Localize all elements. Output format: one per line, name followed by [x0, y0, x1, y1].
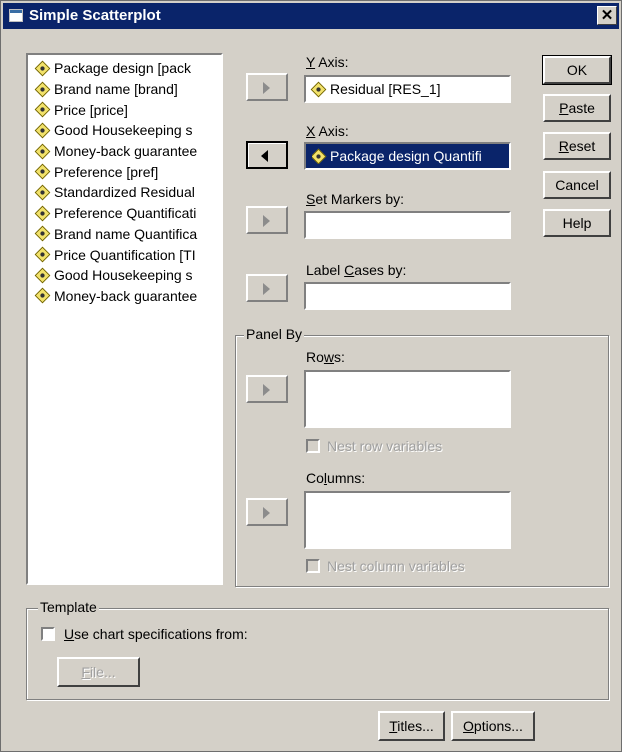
x-axis-field[interactable]: Package design Quantifi	[304, 142, 511, 170]
scale-variable-icon	[34, 163, 51, 180]
variable-list-item[interactable]: Money-back guarantee	[34, 286, 221, 307]
nest-columns-checkbox[interactable]	[306, 559, 320, 573]
nest-columns-label: Nest column variables	[327, 558, 465, 574]
variable-name: Good Housekeeping s	[54, 122, 193, 139]
scale-variable-icon	[34, 205, 51, 221]
y-axis-move-button[interactable]	[246, 73, 288, 101]
paste-button[interactable]: Paste	[543, 94, 611, 122]
variable-name: Preference [pref]	[54, 163, 159, 180]
scale-variable-icon	[34, 288, 51, 304]
arrow-right-icon	[263, 82, 270, 94]
variable-name: Brand name Quantifica	[54, 225, 198, 242]
arrow-right-icon	[263, 215, 270, 227]
window-title: Simple Scatterplot	[29, 7, 161, 24]
label-cases-label: Label Cases by:	[306, 262, 407, 278]
simple-scatterplot-dialog: Simple Scatterplot ✕ Package design [pac…	[0, 0, 622, 752]
source-variable-list[interactable]: Package design [pack Brand name [brand] Pr…	[26, 53, 223, 585]
x-axis-label: X Axis:	[306, 123, 349, 139]
close-button[interactable]: ✕	[597, 6, 617, 25]
use-chart-spec-label: Use chart specifications from:	[64, 626, 248, 642]
arrow-right-icon	[263, 507, 270, 519]
label-cases-move-button[interactable]	[246, 274, 288, 302]
titles-button[interactable]: Titles...	[378, 711, 445, 741]
x-axis-value: Package design Quantifi	[330, 148, 482, 164]
variable-list-item[interactable]: Preference Quantificati	[34, 203, 221, 224]
scale-variable-icon	[34, 60, 51, 77]
markers-label: Set Markers by:	[306, 191, 405, 207]
options-button[interactable]: Options...	[451, 711, 535, 741]
variable-name: Money-back guarantee	[54, 287, 198, 304]
title-bar[interactable]: Simple Scatterplot ✕	[3, 3, 619, 29]
help-button[interactable]: Help	[543, 209, 611, 237]
scale-variable-icon	[34, 143, 51, 159]
markers-move-button[interactable]	[246, 206, 288, 234]
variable-name: Good Housekeeping s	[54, 267, 193, 284]
variable-name: Price [price]	[54, 101, 128, 118]
reset-button[interactable]: Reset	[543, 132, 611, 160]
variable-name: Preference Quantificati	[54, 205, 197, 222]
panel-by-title: Panel By	[244, 326, 305, 342]
scale-variable-icon	[34, 267, 51, 284]
columns-field[interactable]	[304, 491, 511, 549]
variable-name: Package design [pack	[54, 60, 191, 77]
variable-list-item[interactable]: Package design [pack	[34, 58, 221, 79]
nest-rows-label: Nest row variables	[327, 438, 443, 454]
template-title: Template	[38, 599, 99, 615]
close-icon: ✕	[600, 7, 614, 24]
rows-label: Rows:	[306, 349, 345, 365]
columns-move-button[interactable]	[246, 498, 288, 526]
scale-variable-icon	[34, 184, 51, 201]
rows-move-button[interactable]	[246, 375, 288, 403]
scale-variable-icon	[34, 122, 51, 139]
variable-list-item[interactable]: Good Housekeeping s	[34, 265, 221, 286]
app-icon	[9, 9, 23, 22]
arrow-right-icon	[263, 283, 270, 295]
label-cases-field[interactable]	[304, 282, 511, 310]
variable-list-item[interactable]: Price [price]	[34, 99, 221, 120]
cancel-button[interactable]: Cancel	[543, 171, 611, 199]
x-axis-move-button[interactable]	[246, 141, 288, 169]
scale-variable-icon	[34, 81, 51, 97]
nest-rows-checkbox[interactable]	[306, 439, 320, 453]
variable-list-item[interactable]: Brand name [brand]	[34, 79, 221, 100]
markers-field[interactable]	[304, 211, 511, 239]
scale-variable-icon	[310, 81, 327, 97]
variable-name: Standardized Residual	[54, 184, 195, 201]
file-button[interactable]: File...	[57, 657, 140, 687]
rows-field[interactable]	[304, 370, 511, 428]
variable-name: Money-back guarantee	[54, 143, 198, 160]
ok-button[interactable]: OK	[542, 55, 612, 85]
variable-list-item[interactable]: Standardized Residual	[34, 182, 221, 203]
scale-variable-icon	[34, 226, 51, 242]
variable-name: Price Quantification [TI	[54, 246, 196, 263]
variable-list-item[interactable]: Price Quantification [TI	[34, 244, 221, 265]
columns-label: Columns:	[306, 470, 366, 486]
variable-name: Brand name [brand]	[54, 81, 178, 98]
variable-list-item[interactable]: Good Housekeeping s	[34, 120, 221, 141]
variable-list-item[interactable]: Money-back guarantee	[34, 141, 221, 162]
scale-variable-icon	[312, 148, 327, 164]
arrow-left-icon	[261, 150, 268, 162]
scale-variable-icon	[34, 101, 51, 118]
arrow-right-icon	[263, 384, 270, 396]
variable-list-item[interactable]: Preference [pref]	[34, 161, 221, 182]
y-axis-label: Y Axis:	[306, 54, 349, 70]
y-axis-value: Residual [RES_1]	[330, 81, 441, 97]
scale-variable-icon	[34, 246, 51, 263]
variable-list-item[interactable]: Brand name Quantifica	[34, 224, 221, 245]
use-chart-spec-checkbox[interactable]	[41, 627, 55, 641]
y-axis-field[interactable]: Residual [RES_1]	[304, 75, 511, 103]
